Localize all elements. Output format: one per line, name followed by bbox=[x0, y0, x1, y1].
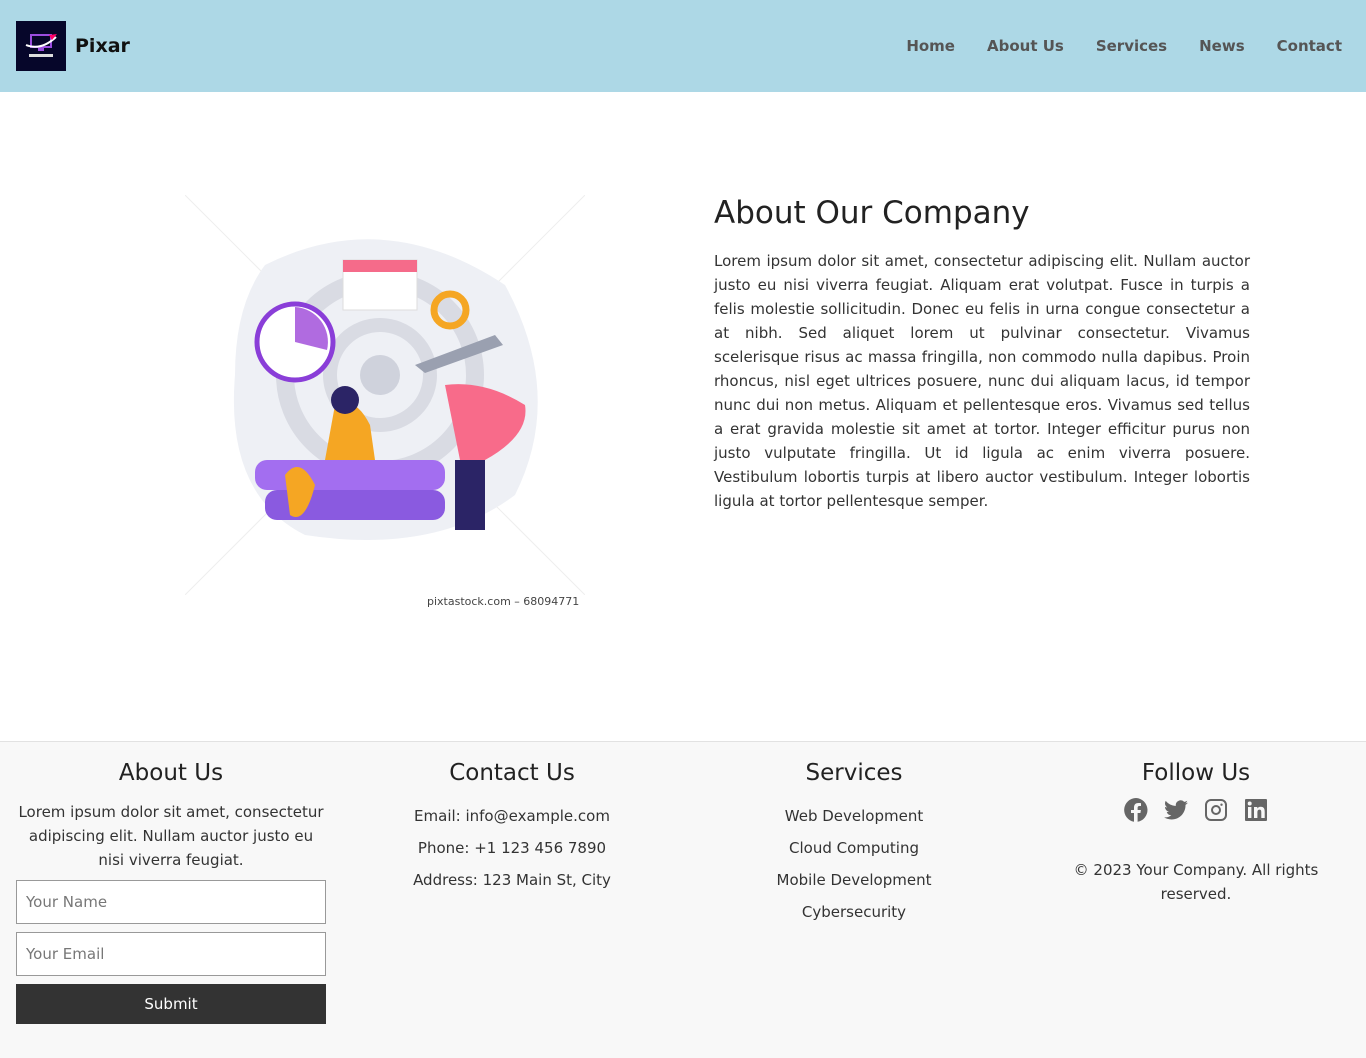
nav-contact[interactable]: Contact bbox=[1277, 37, 1342, 55]
about-body: Lorem ipsum dolor sit amet, consectetur … bbox=[714, 252, 1250, 510]
nav-home[interactable]: Home bbox=[906, 37, 955, 55]
contact-phone: Phone: +1 123 456 7890 bbox=[417, 839, 607, 857]
footer-about: About Us Lorem ipsum dolor sit amet, con… bbox=[16, 760, 326, 1024]
copyright: © 2023 Your Company. All rights reserved… bbox=[1073, 861, 1319, 903]
nav-services[interactable]: Services bbox=[1096, 37, 1167, 55]
footer-follow: Follow Us © 2023 Your Company. All right… bbox=[1040, 760, 1352, 906]
service-item[interactable]: Mobile Development bbox=[704, 864, 1004, 896]
footer-services: Services Web Development Cloud Computing… bbox=[704, 760, 1004, 928]
logo bbox=[16, 21, 66, 71]
nav-about-us[interactable]: About Us bbox=[987, 37, 1064, 55]
service-item[interactable]: Web Development bbox=[704, 800, 1004, 832]
instagram-icon[interactable] bbox=[1204, 798, 1228, 822]
about-title: About Our Company bbox=[714, 195, 1030, 231]
about-illustration: pixtastock.com – 68094771 bbox=[184, 194, 586, 615]
footer-contact-title: Contact Us bbox=[449, 760, 575, 786]
email-input[interactable] bbox=[16, 932, 326, 976]
footer-services-title: Services bbox=[805, 760, 903, 786]
brand-name: Pixar bbox=[75, 35, 130, 57]
main-nav: Home About Us Services News Contact bbox=[906, 37, 1342, 55]
twitter-icon[interactable] bbox=[1164, 798, 1188, 822]
footer-about-text: Lorem ipsum dolor sit amet, consectetur … bbox=[18, 803, 324, 869]
site-footer: About Us Lorem ipsum dolor sit amet, con… bbox=[0, 741, 1366, 1058]
service-item[interactable]: Cybersecurity bbox=[704, 896, 1004, 928]
linkedin-icon[interactable] bbox=[1244, 798, 1268, 822]
name-input[interactable] bbox=[16, 880, 326, 924]
nav-news[interactable]: News bbox=[1199, 37, 1245, 55]
brand[interactable]: Pixar bbox=[16, 21, 130, 71]
site-header: Pixar Home About Us Services News Contac… bbox=[0, 0, 1366, 92]
about-content: About Our Company Lorem ipsum dolor sit … bbox=[714, 195, 1250, 513]
service-item[interactable]: Cloud Computing bbox=[704, 832, 1004, 864]
submit-button[interactable]: Submit bbox=[16, 984, 326, 1024]
image-caption: pixtastock.com – 68094771 bbox=[427, 595, 580, 608]
social-links bbox=[1040, 798, 1352, 822]
contact-address: Address: 123 Main St, City bbox=[413, 871, 611, 889]
footer-contact: Contact Us Email: info@example.com Phone… bbox=[362, 760, 662, 896]
footer-follow-title: Follow Us bbox=[1141, 760, 1251, 786]
footer-about-title: About Us bbox=[118, 760, 224, 786]
about-section: pixtastock.com – 68094771 About Our Comp… bbox=[0, 92, 1366, 741]
contact-email: Email: info@example.com bbox=[414, 807, 610, 825]
facebook-icon[interactable] bbox=[1124, 798, 1148, 822]
